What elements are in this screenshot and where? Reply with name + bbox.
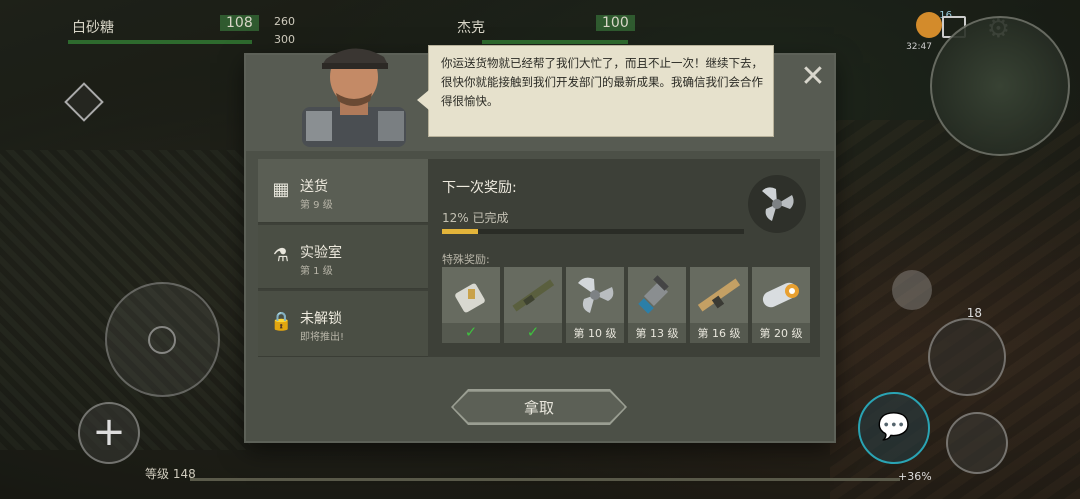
tab-locked[interactable]: 🔒 未解锁 即将推出! bbox=[258, 291, 428, 357]
npc-portrait bbox=[302, 48, 406, 147]
player2-health-bar bbox=[482, 40, 628, 44]
reward-slot[interactable]: ✓ bbox=[504, 267, 562, 343]
speech-text: 你运送货物就已经帮了我们大忙了，而且不止一次！继续下去，很快你就能接触到我们开发… bbox=[441, 56, 763, 108]
next-reward-preview[interactable] bbox=[748, 175, 806, 233]
propeller-icon bbox=[566, 267, 624, 323]
xp-bar bbox=[190, 478, 900, 481]
sneak-button[interactable] bbox=[946, 412, 1008, 474]
player2-name: 杰克 bbox=[457, 20, 485, 36]
progress-text: 12% 已完成 bbox=[442, 211, 509, 225]
rifle-icon bbox=[504, 267, 562, 323]
flask-icon: ⚗ bbox=[272, 245, 290, 266]
take-button[interactable]: 拿取 bbox=[453, 391, 625, 423]
reward-slot[interactable]: 第 13 级 bbox=[628, 267, 686, 343]
tab-delivery[interactable]: ▦ 送货 第 9 级 bbox=[258, 159, 428, 223]
energy-stat: 260 bbox=[274, 15, 295, 28]
reward-slot[interactable]: 第 16 级 bbox=[690, 267, 748, 343]
next-reward-label: 下一次奖励: bbox=[442, 180, 517, 196]
scroll-icon bbox=[752, 267, 810, 323]
tab-title: 未解锁 bbox=[300, 311, 342, 327]
part-icon bbox=[442, 267, 500, 323]
reward-level: 第 16 级 bbox=[697, 327, 741, 340]
gun-icon bbox=[690, 267, 748, 323]
consumable-slot[interactable] bbox=[892, 270, 932, 310]
player1-hp: 108 bbox=[220, 15, 259, 31]
progress-bar bbox=[442, 229, 744, 234]
claimed-check-icon: ✓ bbox=[464, 323, 478, 341]
heal-button[interactable]: + bbox=[78, 402, 140, 464]
close-icon[interactable]: ✕ bbox=[798, 62, 828, 93]
boxes-icon: ▦ bbox=[272, 179, 290, 200]
tab-lab[interactable]: ⚗ 实验室 第 1 级 bbox=[258, 225, 428, 289]
tab-title: 实验室 bbox=[300, 245, 342, 261]
xp-percent: +36% bbox=[898, 470, 932, 483]
reward-slot[interactable]: 第 10 级 bbox=[566, 267, 624, 343]
joystick-knob[interactable] bbox=[148, 326, 176, 354]
tab-subtitle: 第 1 级 bbox=[300, 266, 333, 277]
player1-health-bar bbox=[68, 40, 252, 44]
player2-hp: 100 bbox=[596, 15, 635, 31]
drill-icon bbox=[628, 267, 686, 323]
reward-slot[interactable]: ✓ bbox=[442, 267, 500, 343]
player-level: 等级 148 bbox=[145, 467, 196, 481]
progress-fill bbox=[442, 229, 479, 234]
weapon-slot[interactable] bbox=[928, 318, 1006, 396]
tab-subtitle: 第 9 级 bbox=[300, 200, 333, 211]
player1-name: 白砂糖 bbox=[72, 20, 114, 36]
tab-title: 送货 bbox=[300, 179, 328, 195]
tab-subtitle: 即将推出! bbox=[300, 332, 345, 343]
clock-text: 32:47 bbox=[906, 42, 932, 52]
npc-speech-bubble: 你运送货物就已经帮了我们大忙了，而且不止一次！继续下去，很快你就能接触到我们开发… bbox=[417, 45, 774, 137]
reward-level: 第 20 级 bbox=[759, 327, 803, 340]
reward-level: 第 13 级 bbox=[635, 327, 679, 340]
event-badge-icon[interactable] bbox=[916, 12, 942, 38]
reward-panel: ▦ 送货 第 9 级 ⚗ 实验室 第 1 级 🔒 未解锁 即将推出! 下一次奖励… bbox=[258, 159, 820, 357]
minimap[interactable] bbox=[930, 16, 1070, 156]
propeller-icon bbox=[762, 187, 794, 221]
lock-icon: 🔒 bbox=[270, 311, 293, 332]
delivery-dialog: 你运送货物就已经帮了我们大忙了，而且不止一次！继续下去，很快你就能接触到我们开发… bbox=[246, 45, 834, 441]
reward-slot[interactable]: 第 20 级 bbox=[752, 267, 810, 343]
claimed-check-icon: ✓ bbox=[526, 323, 540, 341]
special-rewards-label: 特殊奖励: bbox=[442, 253, 490, 266]
reward-level: 第 10 级 bbox=[573, 327, 617, 340]
chat-button[interactable]: 💬 bbox=[858, 392, 930, 464]
